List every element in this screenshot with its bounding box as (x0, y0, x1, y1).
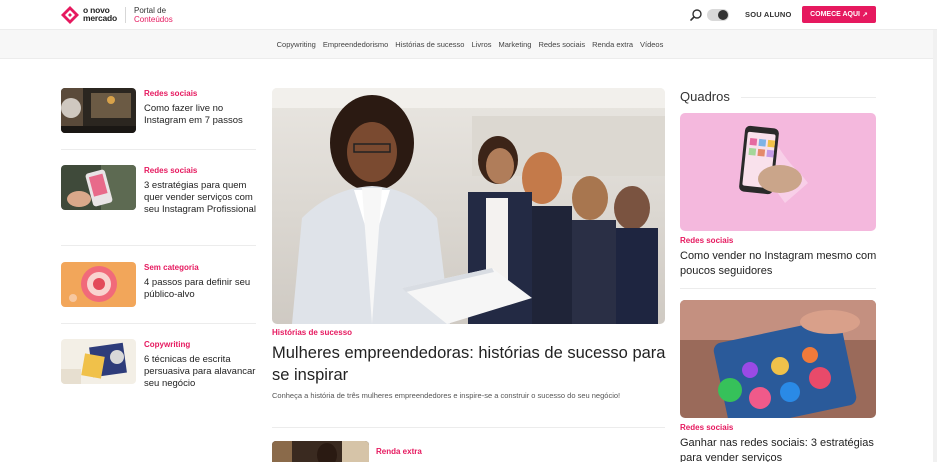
post-title[interactable]: 3 estratégias para quem quer vender serv… (144, 180, 259, 216)
nav-item-livros[interactable]: Livros (471, 40, 491, 49)
post-title[interactable]: Como fazer live no Instagram em 7 passos (144, 103, 259, 127)
divider (61, 323, 256, 324)
nav-item-empreendedorismo[interactable]: Empreendedorismo (323, 40, 388, 49)
sidebar-post-image[interactable] (680, 300, 876, 418)
sidebar-post-title[interactable]: Como vender no Instagram mesmo com pouco… (680, 249, 880, 279)
sidebar-post-category[interactable]: Redes sociais (680, 423, 733, 432)
top-header: o novo mercado Portal de Conteúdos SOU A… (0, 0, 937, 30)
logo-icon[interactable] (61, 6, 79, 24)
nav-item-renda-extra[interactable]: Renda extra (592, 40, 633, 49)
dark-mode-toggle[interactable] (707, 9, 729, 21)
post-thumbnail[interactable] (61, 88, 136, 133)
divider (272, 427, 665, 428)
post-title[interactable]: 6 técnicas de escrita persuasiva para al… (144, 354, 259, 390)
scrollbar[interactable] (933, 30, 937, 462)
post-category[interactable]: Renda extra (376, 447, 422, 456)
nav-item-historias[interactable]: Histórias de sucesso (395, 40, 464, 49)
featured-image[interactable] (272, 88, 665, 324)
nav-item-copywriting[interactable]: Copywriting (277, 40, 316, 49)
sidebar-post-image[interactable] (680, 113, 876, 231)
featured-description: Conheça a história de três mulheres empr… (272, 391, 621, 400)
post-category[interactable]: Redes sociais (144, 166, 197, 175)
nav-item-videos[interactable]: Vídeos (640, 40, 663, 49)
nav-item-marketing[interactable]: Marketing (499, 40, 532, 49)
student-login-link[interactable]: SOU ALUNO (745, 10, 792, 19)
start-here-label: COMECE AQUI (810, 11, 861, 18)
post-category[interactable]: Copywriting (144, 340, 190, 349)
search-icon[interactable] (689, 8, 703, 22)
portal-line-2: Conteúdos (134, 15, 173, 24)
featured-title[interactable]: Mulheres empreendedoras: histórias de su… (272, 342, 672, 386)
section-heading: Quadros (680, 89, 730, 104)
divider (61, 245, 256, 246)
sidebar-post-title[interactable]: Ganhar nas redes sociais: 3 estratégias … (680, 436, 880, 462)
post-thumbnail[interactable] (61, 165, 136, 210)
category-nav: Copywriting Empreendedorismo Histórias d… (0, 30, 937, 59)
post-category[interactable]: Redes sociais (144, 89, 197, 98)
post-thumbnail[interactable] (61, 339, 136, 384)
post-thumbnail[interactable] (61, 262, 136, 307)
nav-item-redes-sociais[interactable]: Redes sociais (538, 40, 585, 49)
post-thumbnail[interactable] (272, 441, 369, 462)
post-title[interactable]: 4 passos para definir seu público-alvo (144, 277, 259, 301)
heading-line (741, 97, 876, 98)
featured-category[interactable]: Histórias de sucesso (272, 328, 352, 337)
sidebar-post-category[interactable]: Redes sociais (680, 236, 733, 245)
divider (680, 288, 876, 289)
logo-text[interactable]: o novo mercado (83, 6, 118, 23)
moon-icon (718, 10, 728, 20)
logo-divider (125, 7, 126, 23)
logo-line-2: mercado (83, 13, 118, 23)
start-here-button[interactable]: COMECE AQUI ↗ (802, 6, 876, 23)
divider (61, 149, 256, 150)
external-arrow-icon: ↗ (862, 11, 868, 19)
portal-label: Portal de Conteúdos (134, 6, 173, 24)
portal-line-1: Portal de (134, 6, 167, 15)
post-category[interactable]: Sem categoria (144, 263, 199, 272)
